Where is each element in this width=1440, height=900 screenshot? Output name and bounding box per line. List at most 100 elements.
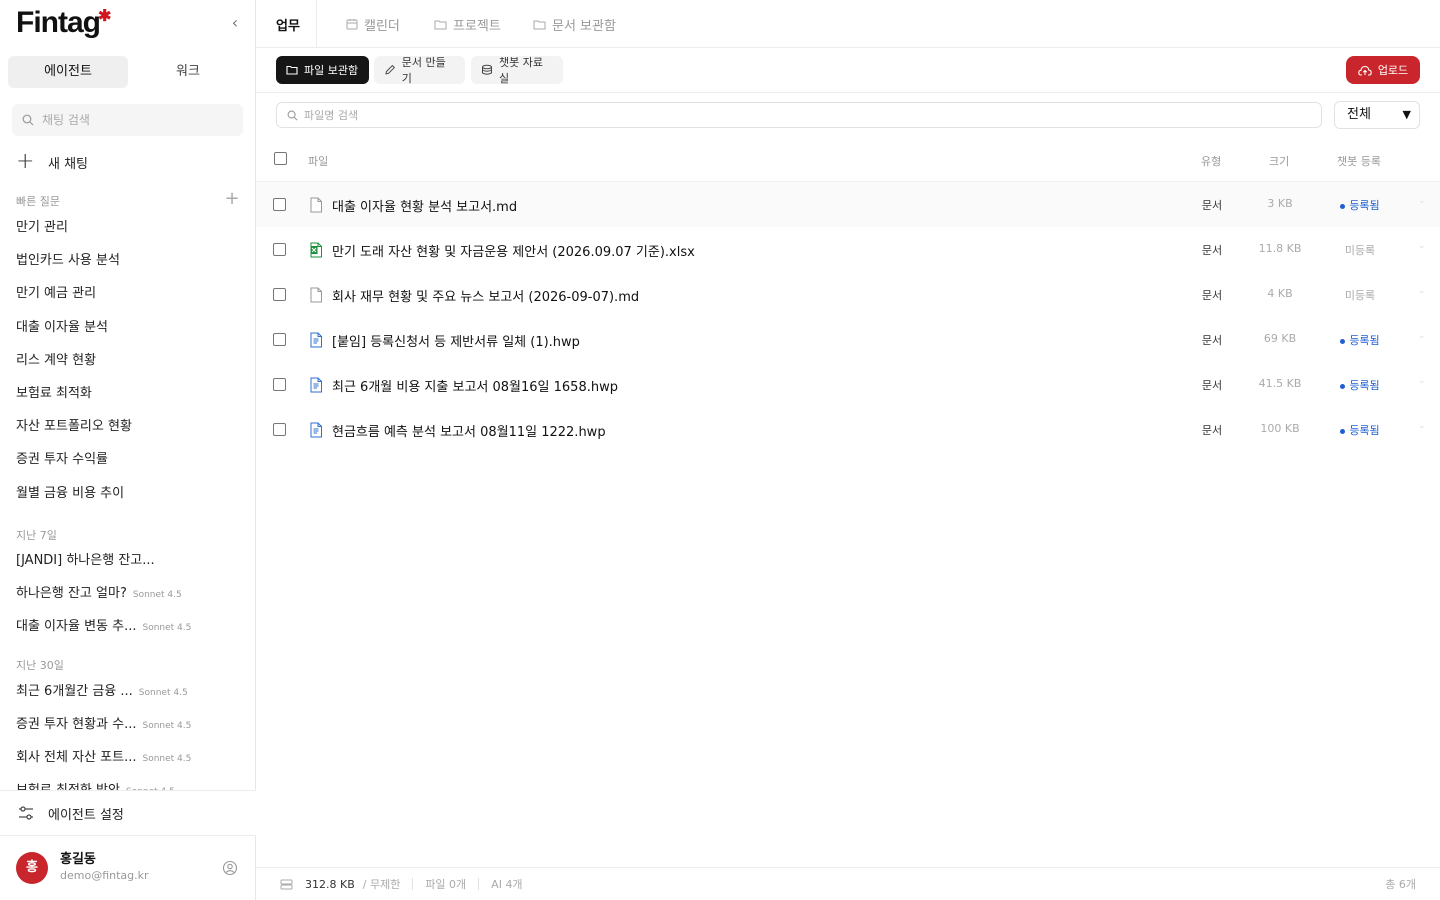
tab-tasks[interactable]: 업무 <box>276 0 300 48</box>
status-dot-icon <box>1340 383 1346 389</box>
file-name[interactable]: 최근 6개월 비용 지출 보고서 08월16일 1658.hwp <box>332 376 618 395</box>
column-type: 유형 <box>1201 155 1222 168</box>
table-row[interactable]: 현금흐름 예측 분석 보고서 08월11일 1222.hwp 문서 100 KB 등록… <box>256 407 1440 452</box>
chat-title: 증권 투자 현황과 수... <box>16 717 137 732</box>
chat-title: 회사 전체 자산 포트... <box>16 750 137 765</box>
file-name[interactable]: 대출 이자율 현황 분석 보고서.md <box>332 196 517 215</box>
chatbot-status-badge[interactable]: 등록됨 <box>1324 332 1396 348</box>
chat-title: [JANDI] 하나은행 잔고... <box>16 553 155 568</box>
sidebar: Fintag✱ ‹ 에이전트 워크 + 새 채팅 빠른 질문 + 만기 관리법인… <box>0 0 256 900</box>
table-row[interactable]: 대출 이자율 현황 분석 보고서.md 문서 3 KB 등록됨 ⌄ <box>256 182 1440 227</box>
quick-question-item[interactable]: 월별 금융 비용 추이 <box>16 483 242 505</box>
chatbot-library-button[interactable]: 챗봇 자료실 <box>471 56 563 85</box>
chat-history-item[interactable]: 하나은행 잔고 얼마? Sonnet 4.5 <box>16 583 242 605</box>
quick-question-item[interactable]: 법인카드 사용 분석 <box>16 250 242 272</box>
chatbot-status-badge[interactable]: 등록됨 <box>1324 197 1396 213</box>
add-quick-question-icon[interactable]: + <box>224 190 240 208</box>
quick-question-item[interactable]: 리스 계약 현황 <box>16 350 242 372</box>
create-document-label: 문서 만들기 <box>401 56 446 85</box>
table-row[interactable]: 회사 재무 현황 및 주요 뉴스 보고서 (2026-09-07).md 문서 4 … <box>256 272 1440 317</box>
file-archive-button[interactable]: 파일 보관함 <box>276 56 369 84</box>
logo-star-mark: ✱ <box>98 8 111 25</box>
upload-button[interactable]: 업로드 <box>1346 56 1420 84</box>
tab-tasks-label: 업무 <box>276 18 300 34</box>
chat-history-item[interactable]: 보험료 최적화 방안Sonnet 4.5 <box>16 780 242 790</box>
file-search-input[interactable] <box>304 108 1204 122</box>
row-checkbox[interactable] <box>273 288 286 301</box>
file-type: 문서 <box>1201 424 1223 437</box>
new-chat-button[interactable]: + 새 채팅 <box>16 150 88 174</box>
row-checkbox[interactable] <box>273 198 286 211</box>
chatbot-status-label: 미등록 <box>1344 244 1376 257</box>
sidebar-scroll-area: Fintag✱ ‹ 에이전트 워크 + 새 채팅 빠른 질문 + 만기 관리법인… <box>0 0 256 790</box>
quick-questions-heading: 빠른 질문 <box>16 195 60 208</box>
hwp-file-icon <box>310 332 322 348</box>
user-circle-icon[interactable] <box>222 860 238 876</box>
chatbot-status-badge[interactable]: 미등록 <box>1324 242 1396 258</box>
quick-question-item[interactable]: 자산 포트폴리오 현황 <box>16 416 242 438</box>
database-icon <box>481 64 492 75</box>
file-name[interactable]: 만기 도래 자산 현황 및 자금운용 제안서 (2026.09.07 기준).x… <box>332 241 695 260</box>
row-checkbox[interactable] <box>273 243 286 256</box>
last-30-days-heading: 지난 30일 <box>16 659 64 672</box>
row-chevron-down-icon[interactable]: ⌄ <box>1418 331 1426 341</box>
tab-agent[interactable]: 에이전트 <box>8 56 128 88</box>
file-name[interactable]: 회사 재무 현황 및 주요 뉴스 보고서 (2026-09-07).md <box>332 286 639 305</box>
chat-history-item[interactable]: 증권 투자 현황과 수... Sonnet 4.5 <box>16 714 242 736</box>
chat-history-item[interactable]: 회사 전체 자산 포트... Sonnet 4.5 <box>16 747 242 769</box>
top-navigation: 업무 캘린더 프로젝트 문서 보관함 <box>256 0 1440 48</box>
collapse-sidebar-icon[interactable]: ‹ <box>226 14 244 32</box>
row-checkbox[interactable] <box>273 423 286 436</box>
last-7-days-heading: 지난 7일 <box>16 529 57 542</box>
quick-question-item[interactable]: 보험료 최적화 <box>16 383 242 405</box>
tab-projects[interactable]: 프로젝트 <box>434 0 501 48</box>
total-count: 총 6개 <box>1385 878 1416 891</box>
chat-history-item[interactable]: 최근 6개월간 금융 ... Sonnet 4.5 <box>16 681 242 703</box>
ai-count: AI 4개 <box>491 878 523 891</box>
chatbot-library-label: 챗봇 자료실 <box>498 56 543 85</box>
agent-settings-label: 에이전트 설정 <box>48 807 124 823</box>
table-row[interactable]: [붙임] 등록신청서 등 제반서류 일체 (1).hwp 문서 69 KB 등록됨 ⌄ <box>256 317 1440 362</box>
tab-work[interactable]: 워크 <box>128 56 248 88</box>
file-name[interactable]: 현금흐름 예측 분석 보고서 08월11일 1222.hwp <box>332 421 606 440</box>
chevron-down-icon: ▼ <box>1402 108 1411 121</box>
model-badge: Sonnet 4.5 <box>138 688 188 698</box>
fintag-logo[interactable]: Fintag✱ <box>16 6 111 40</box>
pencil-icon <box>385 64 396 75</box>
chat-history-item[interactable]: 대출 이자율 변동 추... Sonnet 4.5 <box>16 616 242 638</box>
toolbar: 파일 보관함 문서 만들기 챗봇 자료실 업로드 <box>256 48 1440 93</box>
column-size: 크기 <box>1269 155 1290 168</box>
new-chat-label: 새 채팅 <box>48 156 89 172</box>
quick-question-item[interactable]: 만기 관리 <box>16 217 242 239</box>
agent-settings-button[interactable]: 에이전트 설정 <box>0 790 256 836</box>
footer-divider <box>478 878 480 890</box>
chat-history-item[interactable]: [JANDI] 하나은행 잔고... <box>16 550 242 572</box>
type-filter-select[interactable]: 전체 ▼ <box>1334 101 1420 129</box>
select-all-checkbox[interactable] <box>274 152 287 165</box>
quick-question-item[interactable]: 증권 투자 수익률 <box>16 449 242 471</box>
table-row[interactable]: 만기 도래 자산 현황 및 자금운용 제안서 (2026.09.07 기준).x… <box>256 227 1440 272</box>
file-name[interactable]: [붙임] 등록신청서 등 제반서류 일체 (1).hwp <box>332 331 580 350</box>
avatar[interactable]: 홍 <box>16 852 48 884</box>
tab-calendar[interactable]: 캘린더 <box>346 0 400 48</box>
chatbot-status-badge[interactable]: 미등록 <box>1324 287 1396 303</box>
row-checkbox[interactable] <box>273 378 286 391</box>
chatbot-status-badge[interactable]: 등록됨 <box>1324 422 1396 438</box>
row-chevron-down-icon[interactable]: ⌄ <box>1418 376 1426 386</box>
chat-search-input[interactable] <box>42 113 222 127</box>
row-checkbox[interactable] <box>273 333 286 346</box>
chat-title: 대출 이자율 변동 추... <box>16 619 137 634</box>
file-size: 41.5 KB <box>1258 377 1302 390</box>
create-document-button[interactable]: 문서 만들기 <box>374 56 465 85</box>
chatbot-status-label: 등록됨 <box>1349 334 1380 347</box>
row-chevron-down-icon[interactable]: ⌄ <box>1418 196 1426 206</box>
row-chevron-down-icon[interactable]: ⌄ <box>1418 286 1426 296</box>
row-chevron-down-icon[interactable]: ⌄ <box>1418 241 1426 251</box>
quick-question-item[interactable]: 대출 이자율 분석 <box>16 317 242 339</box>
tab-document-archive[interactable]: 문서 보관함 <box>533 0 616 48</box>
chatbot-status-badge[interactable]: 등록됨 <box>1324 377 1396 393</box>
quick-question-item[interactable]: 만기 예금 관리 <box>16 283 242 305</box>
table-row[interactable]: 최근 6개월 비용 지출 보고서 08월16일 1658.hwp 문서 41.5 K… <box>256 362 1440 407</box>
storage-limit: / 무제한 <box>362 878 401 891</box>
row-chevron-down-icon[interactable]: ⌄ <box>1418 421 1426 431</box>
